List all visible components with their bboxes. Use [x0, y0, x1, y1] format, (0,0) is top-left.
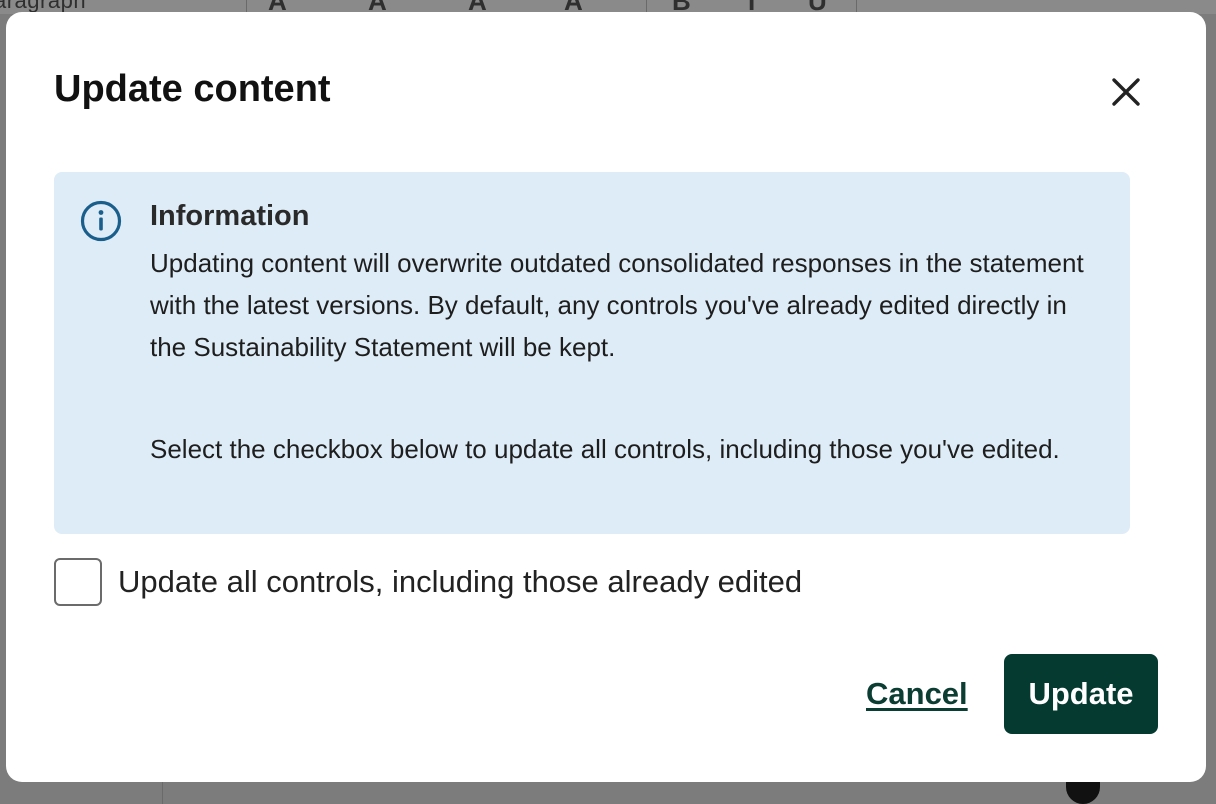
info-paragraph: Select the checkbox below to update all … [150, 434, 1060, 464]
info-body: Updating content will overwrite outdated… [150, 242, 1100, 470]
info-paragraph: Updating content will overwrite outdated… [150, 248, 1084, 362]
update-all-checkbox-row: Update all controls, including those alr… [54, 558, 802, 606]
close-button[interactable] [1104, 70, 1148, 114]
update-all-checkbox[interactable] [54, 558, 102, 606]
info-icon [80, 200, 122, 242]
cancel-button[interactable]: Cancel [866, 676, 968, 712]
dialog-title: Update content [54, 68, 331, 110]
update-content-dialog: Update content Information Updating cont… [6, 12, 1206, 782]
checkbox-label[interactable]: Update all controls, including those alr… [118, 564, 802, 600]
info-title: Information [150, 200, 310, 232]
close-icon [1112, 78, 1140, 106]
background-shape [1066, 780, 1100, 804]
info-banner: Information Updating content will overwr… [54, 172, 1130, 534]
update-button[interactable]: Update [1004, 654, 1158, 734]
